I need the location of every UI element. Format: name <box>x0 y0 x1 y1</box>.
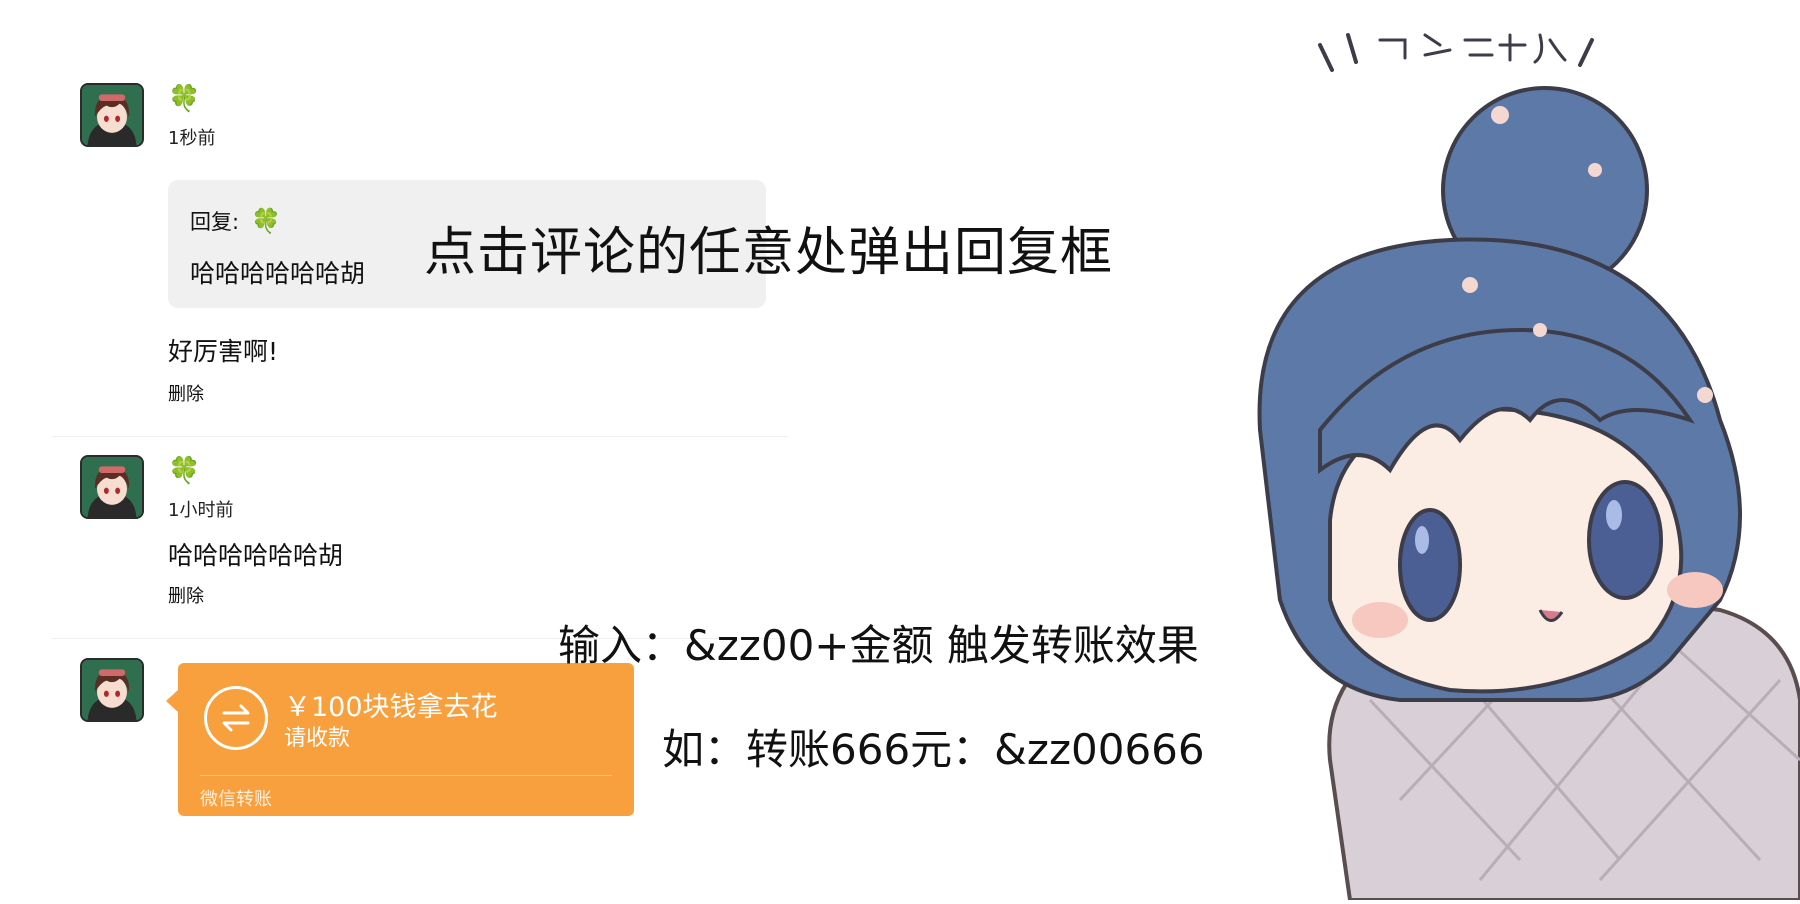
transfer-hint-caption: 输入：&zz00+金额 触发转账效果 <box>558 621 1199 670</box>
four-leaf-clover-icon: 🍀 <box>251 207 281 235</box>
avatar[interactable] <box>80 83 144 147</box>
transfer-amount: ￥100块钱拿去花 <box>284 692 498 723</box>
transfer-arrows-icon <box>204 686 268 750</box>
four-leaf-clover-icon: 🍀 <box>168 84 201 114</box>
reply-label-text: 回复: <box>190 210 240 234</box>
avatar[interactable] <box>80 455 144 519</box>
transfer-divider <box>200 775 612 776</box>
transfer-card-tail <box>166 690 178 712</box>
comment-time: 1秒前 <box>168 128 216 149</box>
reply-label: 回复: 🍀 <box>190 206 281 236</box>
comment-text[interactable]: 好厉害啊! <box>168 332 278 368</box>
delete-button[interactable]: 删除 <box>168 380 204 406</box>
delete-button[interactable]: 删除 <box>168 582 204 608</box>
transfer-example-caption: 如：转账666元：&zz00666 <box>662 725 1205 774</box>
comment-time: 1小时前 <box>168 500 234 521</box>
transfer-card[interactable]: ￥100块钱拿去花 请收款 微信转账 <box>178 663 634 816</box>
reply-quote-text: 哈哈哈哈哈哈胡 <box>190 259 366 288</box>
transfer-footer: 微信转账 <box>200 789 272 810</box>
transfer-status: 请收款 <box>284 726 351 751</box>
reply-hint-caption: 点击评论的任意处弹出回复框 <box>424 223 1114 283</box>
comment-divider <box>52 436 788 437</box>
avatar[interactable] <box>80 658 144 722</box>
four-leaf-clover-icon: 🍀 <box>168 456 201 486</box>
anime-girl-illustration <box>1200 0 1800 902</box>
comment-text[interactable]: 哈哈哈哈哈哈胡 <box>168 536 343 572</box>
